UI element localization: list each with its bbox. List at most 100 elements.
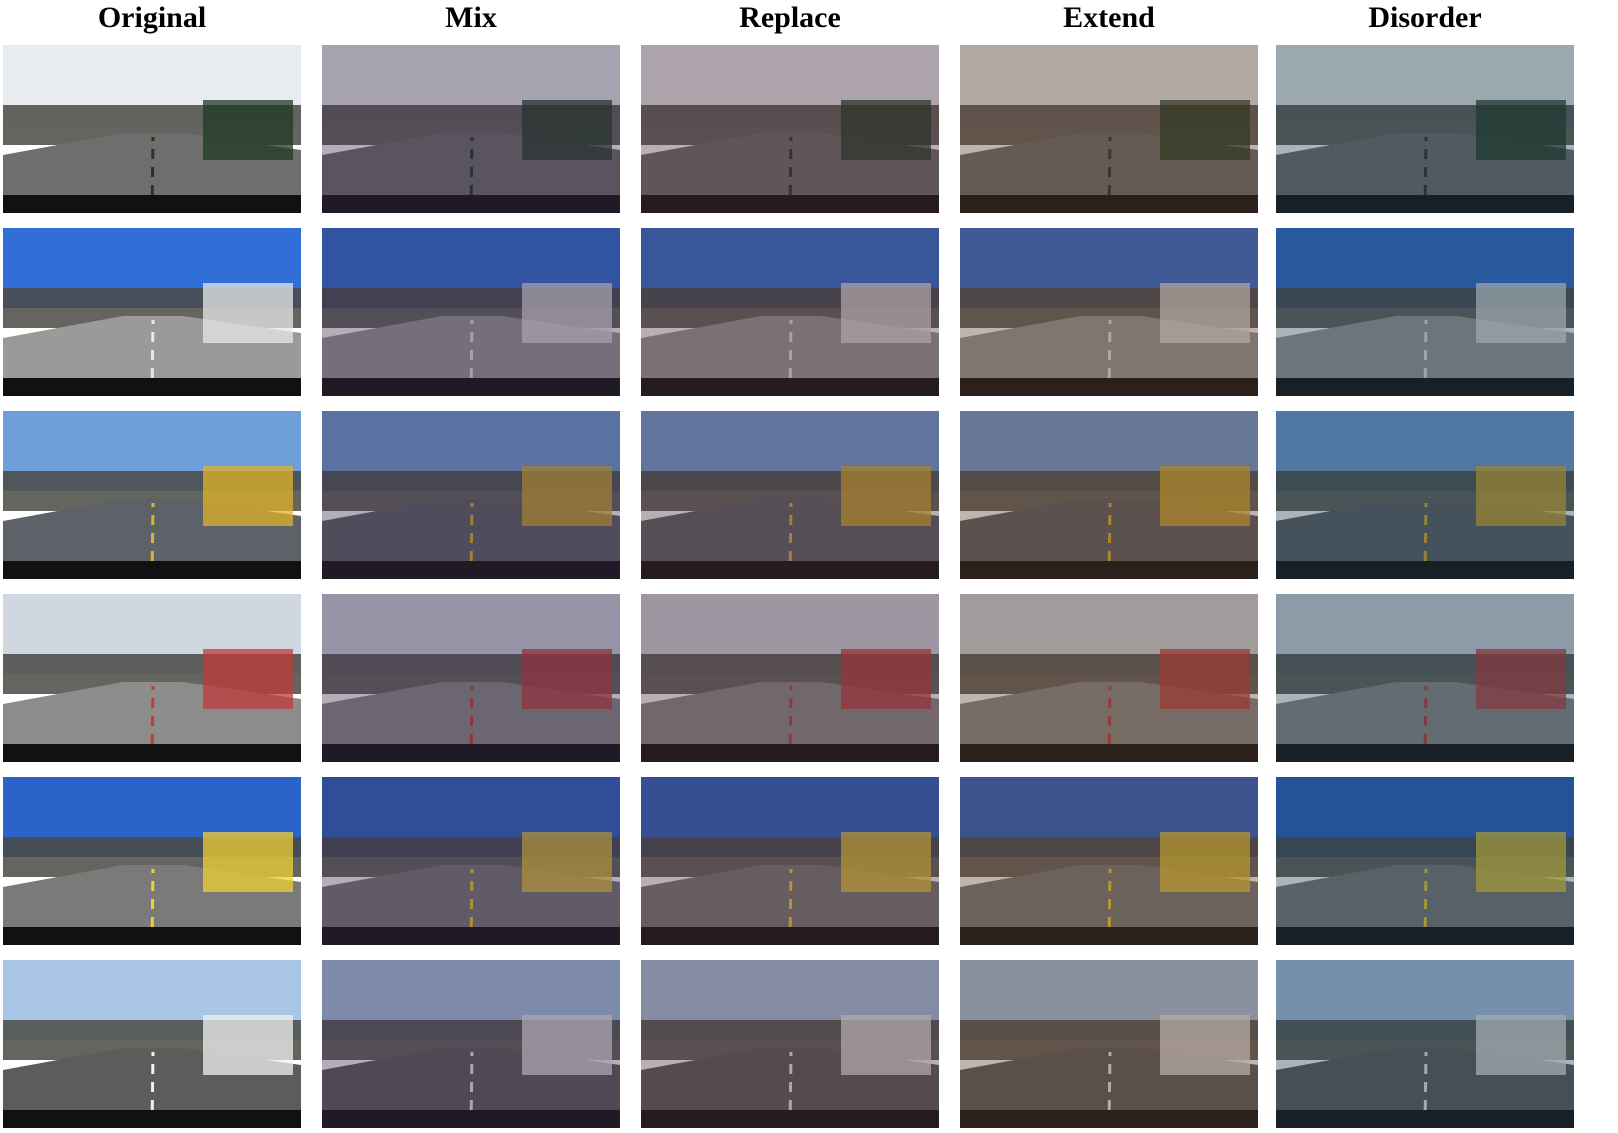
scene-svg — [322, 45, 620, 213]
style-tint — [1276, 777, 1574, 945]
column-header-extend: Extend — [1063, 1, 1155, 34]
style-tint — [641, 960, 939, 1128]
scene-svg — [641, 594, 939, 762]
style-tint — [641, 594, 939, 762]
style-tint — [960, 411, 1258, 579]
style-tint — [1276, 594, 1574, 762]
scene-svg — [1276, 411, 1574, 579]
scene-image-white-suv-crosswalk-replace — [641, 960, 939, 1128]
side-object — [203, 283, 293, 343]
style-tint — [322, 411, 620, 579]
scene-image-white-suv-crosswalk-original — [3, 960, 301, 1128]
dashboard — [3, 927, 301, 945]
scene-image-intersection-traffic-lights-original — [3, 777, 301, 945]
scene-image-intersection-traffic-lights-replace — [641, 777, 939, 945]
style-tint — [641, 777, 939, 945]
scene-svg — [641, 411, 939, 579]
scene-svg — [641, 960, 939, 1128]
comparison-grid: Original Mix Replace Extend Disorder — [0, 0, 1618, 1133]
side-object — [203, 100, 293, 160]
style-tint — [960, 594, 1258, 762]
scene-svg — [641, 777, 939, 945]
scene-svg — [322, 777, 620, 945]
scene-image-highway-dump-truck-mix — [322, 228, 620, 396]
style-tint — [960, 228, 1258, 396]
scene-image-curving-road-palm-trees-replace — [641, 594, 939, 762]
scene-svg — [1276, 228, 1574, 396]
scene-svg — [641, 45, 939, 213]
scene-svg — [1276, 960, 1574, 1128]
scene-svg — [3, 411, 301, 579]
dashboard — [3, 378, 301, 396]
scene-image-highway-dump-truck-extend — [960, 228, 1258, 396]
style-tint — [322, 777, 620, 945]
style-tint — [322, 960, 620, 1128]
scene-svg — [960, 960, 1258, 1128]
scene-image-curving-road-palm-trees-original — [3, 594, 301, 762]
scene-svg — [960, 777, 1258, 945]
scene-image-garbage-truck-street-replace — [641, 45, 939, 213]
scene-image-highway-dump-truck-replace — [641, 228, 939, 396]
scene-svg — [3, 594, 301, 762]
style-tint — [641, 411, 939, 579]
side-object — [203, 466, 293, 526]
scene-image-curving-road-palm-trees-disorder — [1276, 594, 1574, 762]
column-header-replace: Replace — [739, 1, 841, 34]
scene-svg — [322, 228, 620, 396]
scene-svg — [960, 45, 1258, 213]
dashboard — [3, 195, 301, 213]
scene-image-garbage-truck-street-mix — [322, 45, 620, 213]
side-object — [203, 649, 293, 709]
scene-svg — [1276, 45, 1574, 213]
scene-svg — [322, 960, 620, 1128]
scene-image-curving-road-palm-trees-extend — [960, 594, 1258, 762]
style-tint — [322, 594, 620, 762]
style-tint — [322, 45, 620, 213]
scene-svg — [3, 777, 301, 945]
scene-svg — [960, 228, 1258, 396]
column-header-disorder: Disorder — [1368, 1, 1482, 34]
side-object — [203, 832, 293, 892]
scene-svg — [3, 45, 301, 213]
scene-image-curving-road-palm-trees-mix — [322, 594, 620, 762]
dashboard — [3, 1110, 301, 1128]
style-tint — [960, 960, 1258, 1128]
style-tint — [641, 228, 939, 396]
scene-svg — [1276, 777, 1574, 945]
scene-image-garbage-truck-street-extend — [960, 45, 1258, 213]
scene-image-highway-dump-truck-disorder — [1276, 228, 1574, 396]
scene-image-shop-street-yellow-lines-original — [3, 411, 301, 579]
style-tint — [1276, 228, 1574, 396]
scene-image-shop-street-yellow-lines-extend — [960, 411, 1258, 579]
scene-image-shop-street-yellow-lines-replace — [641, 411, 939, 579]
scene-svg — [960, 411, 1258, 579]
column-header-mix: Mix — [445, 1, 497, 34]
side-object — [203, 1015, 293, 1075]
scene-image-intersection-traffic-lights-disorder — [1276, 777, 1574, 945]
scene-image-garbage-truck-street-disorder — [1276, 45, 1574, 213]
style-tint — [322, 228, 620, 396]
style-tint — [641, 45, 939, 213]
dashboard — [3, 744, 301, 762]
scene-svg — [1276, 594, 1574, 762]
style-tint — [960, 777, 1258, 945]
column-header-original: Original — [97, 1, 207, 34]
style-tint — [1276, 45, 1574, 213]
style-tint — [1276, 411, 1574, 579]
scene-image-garbage-truck-street-original — [3, 45, 301, 213]
scene-image-intersection-traffic-lights-mix — [322, 777, 620, 945]
scene-svg — [960, 594, 1258, 762]
scene-image-intersection-traffic-lights-extend — [960, 777, 1258, 945]
style-tint — [1276, 960, 1574, 1128]
scene-svg — [322, 411, 620, 579]
scene-image-shop-street-yellow-lines-disorder — [1276, 411, 1574, 579]
scene-image-white-suv-crosswalk-disorder — [1276, 960, 1574, 1128]
scene-svg — [322, 594, 620, 762]
scene-image-white-suv-crosswalk-mix — [322, 960, 620, 1128]
scene-image-white-suv-crosswalk-extend — [960, 960, 1258, 1128]
scene-image-shop-street-yellow-lines-mix — [322, 411, 620, 579]
scene-svg — [3, 228, 301, 396]
dashboard — [3, 561, 301, 579]
scene-image-highway-dump-truck-original — [3, 228, 301, 396]
style-tint — [960, 45, 1258, 213]
